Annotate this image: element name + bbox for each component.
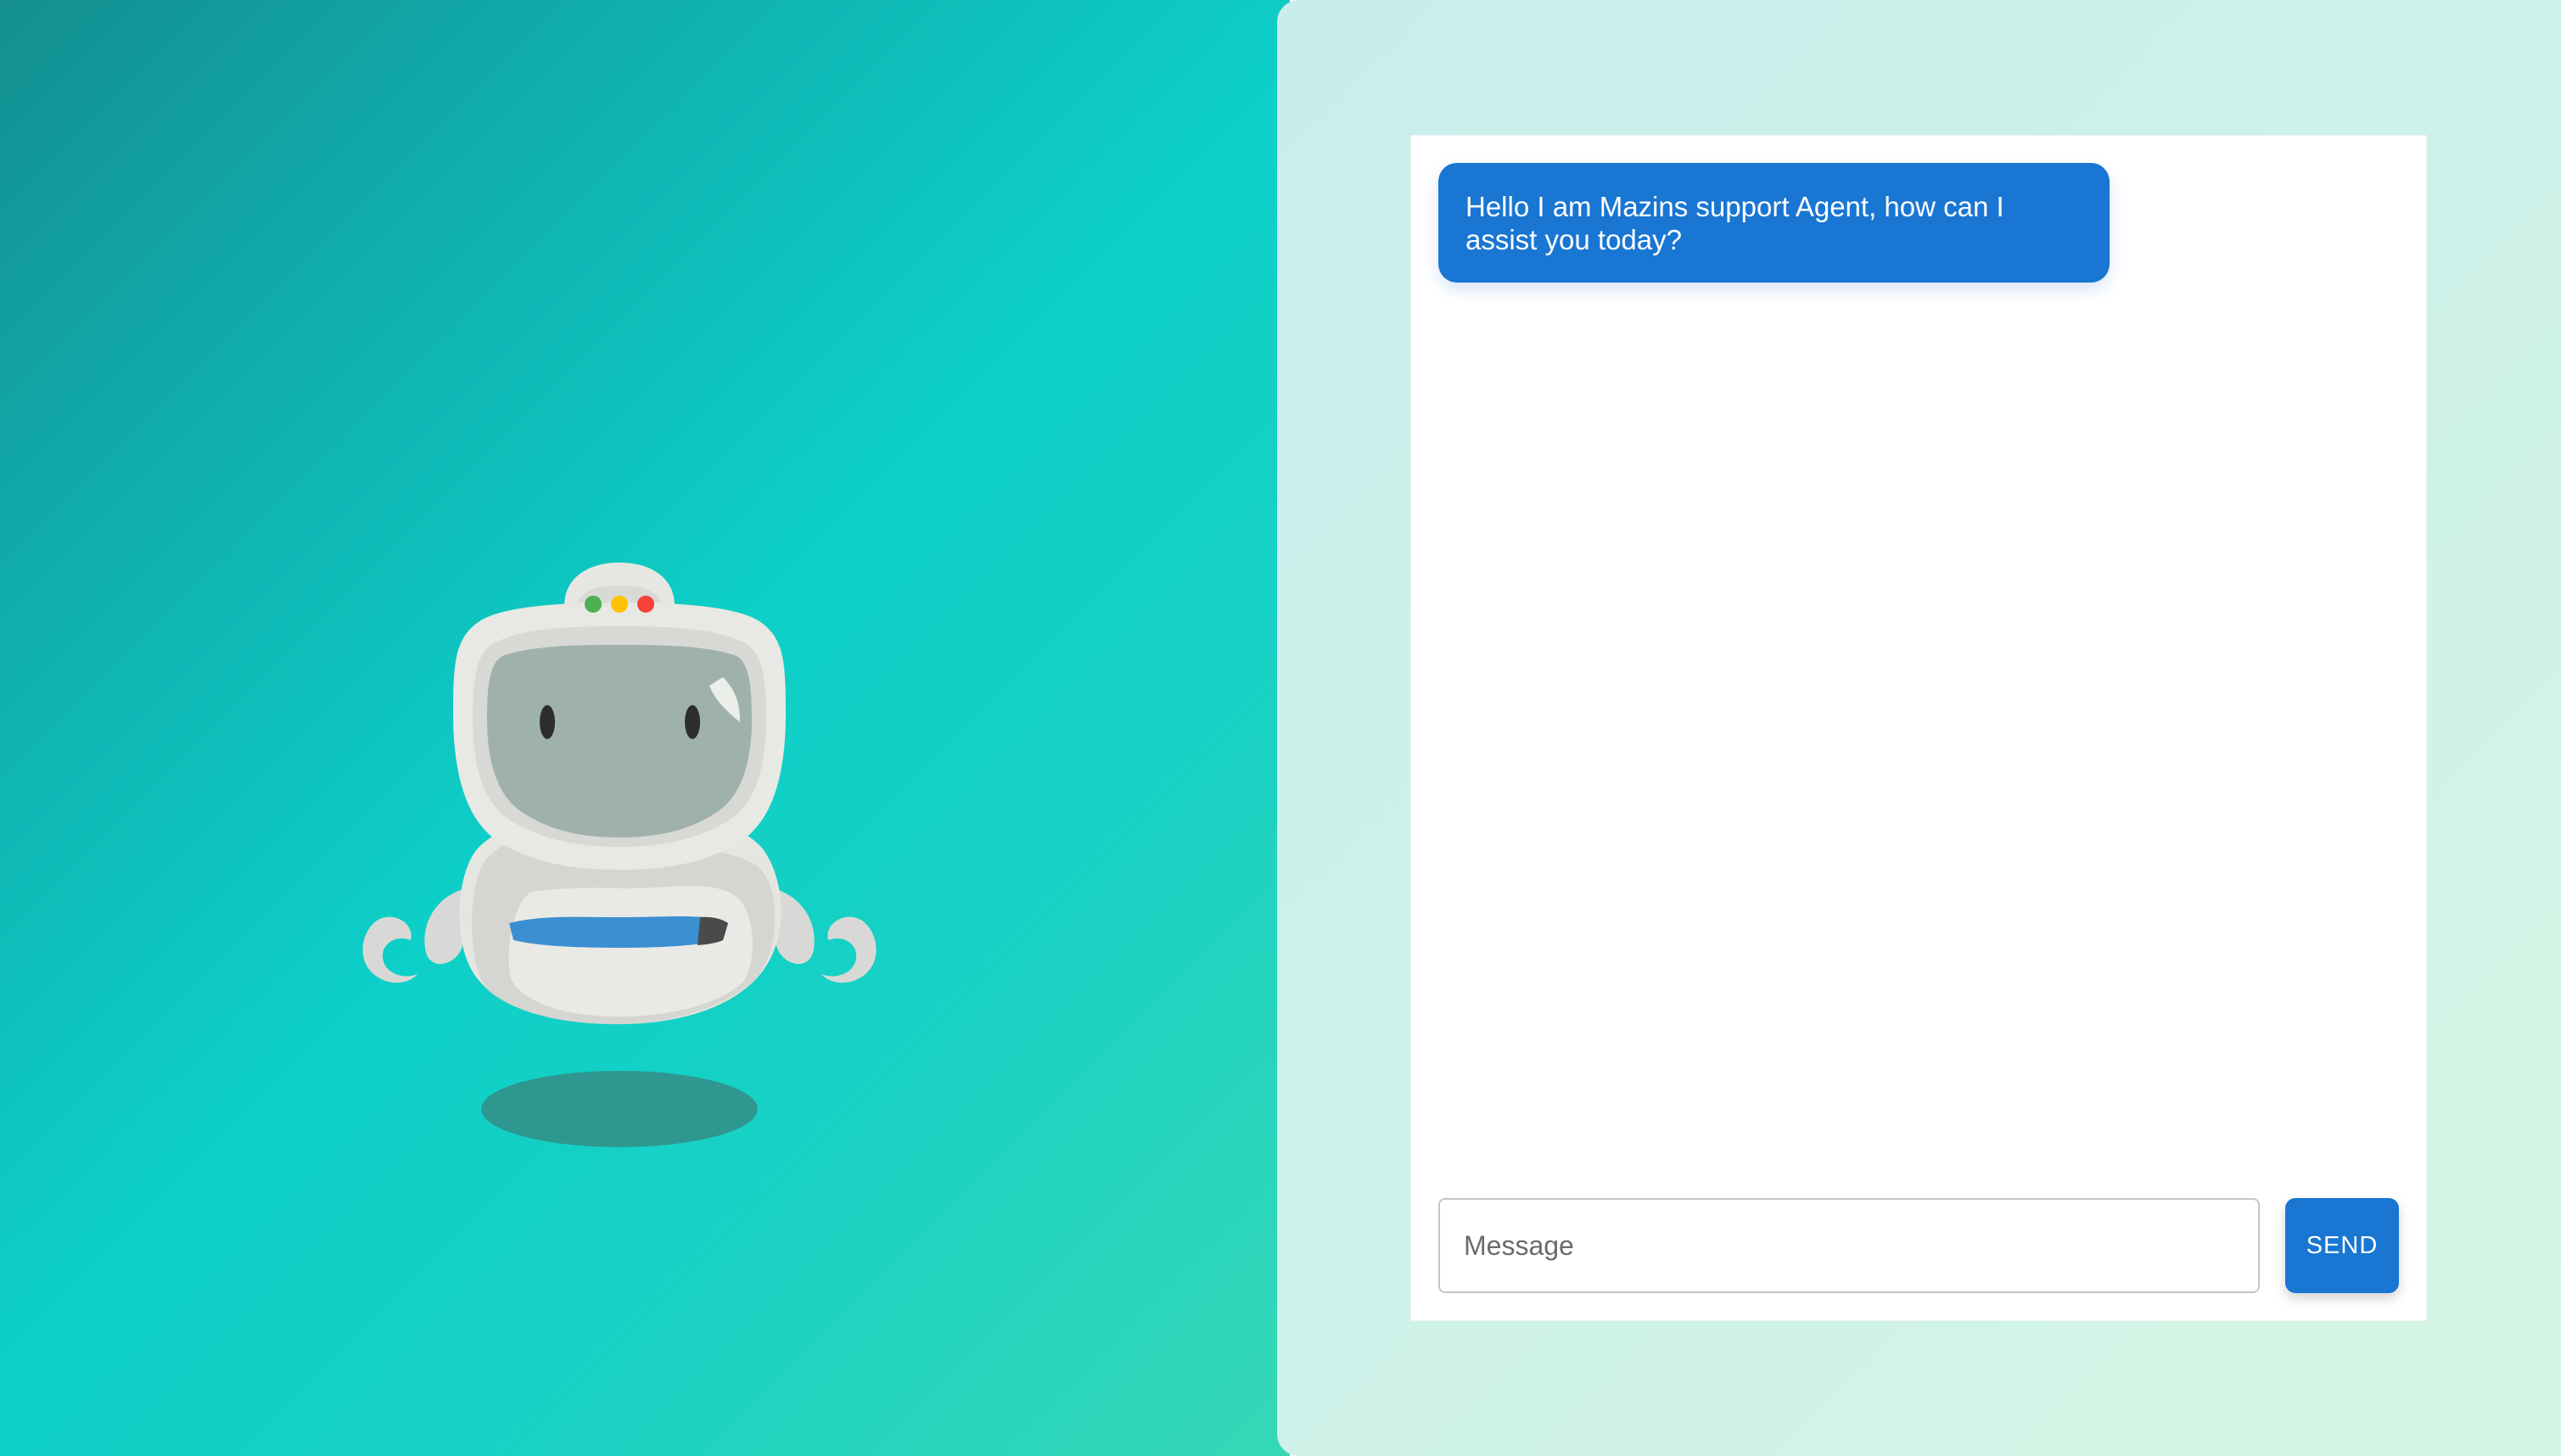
send-button[interactable]: SEND: [2285, 1198, 2399, 1293]
chat-window: Hello I am Mazins support Agent, how can…: [1411, 136, 2426, 1320]
chat-panel: Hello I am Mazins support Agent, how can…: [1277, 0, 2561, 1456]
page: Hello I am Mazins support Agent, how can…: [0, 0, 2561, 1456]
message-input[interactable]: [1438, 1198, 2260, 1293]
message-composer: SEND: [1438, 1198, 2399, 1293]
agent-message-bubble: Hello I am Mazins support Agent, how can…: [1438, 163, 2110, 283]
hero-panel: [0, 0, 1290, 1456]
robot-mascot-icon: [362, 563, 877, 1147]
message-list: Hello I am Mazins support Agent, how can…: [1438, 163, 2399, 1193]
